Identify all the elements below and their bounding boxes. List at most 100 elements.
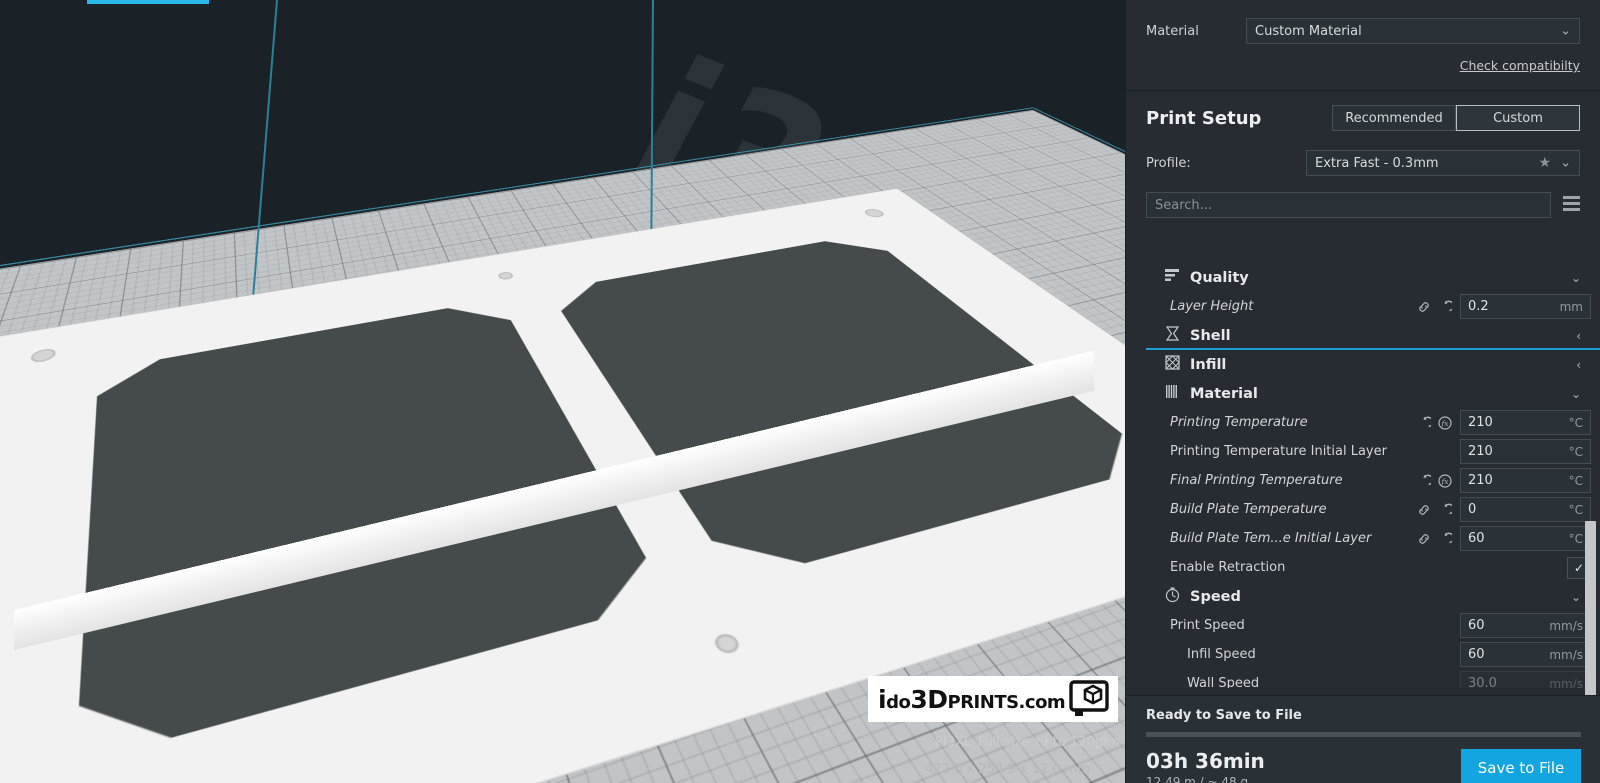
build-plate-border [0, 0, 1125, 783]
hamburger-menu-icon[interactable] [1563, 196, 1580, 214]
setting-row-icons [1417, 532, 1452, 546]
formula-icon[interactable]: fx [1438, 415, 1452, 430]
setting-row-icons [1417, 300, 1452, 314]
setting-label: Build Plate Temperature [1170, 502, 1327, 517]
page-title: Print Setup [1146, 107, 1262, 129]
mode-custom-button[interactable]: Custom [1456, 105, 1580, 131]
build-plate-container [0, 0, 1125, 783]
profile-dropdown[interactable]: Extra Fast - 0.3mm ★ ⌄ [1306, 150, 1580, 176]
setting-value-field[interactable]: 60 mm/s [1460, 613, 1591, 638]
link-icon[interactable] [1417, 300, 1431, 314]
setting-row-icons [1417, 503, 1452, 517]
setting-value-field[interactable]: 60 °C [1460, 526, 1591, 551]
action-bar: Ready to Save to File 03h 36min 12.49 m … [1126, 695, 1600, 783]
setting-value: 0.2 [1468, 299, 1489, 314]
settings-category-material[interactable]: Material ⌄ [1126, 379, 1600, 408]
svg-text:fx: fx [1440, 419, 1449, 428]
settings-category-quality[interactable]: Quality ⌄ [1126, 263, 1600, 292]
pencil-icon[interactable] [1094, 734, 1110, 750]
material-spool-icon [1164, 383, 1190, 404]
profile-value: Extra Fast - 0.3mm [1315, 155, 1439, 171]
settings-list: Quality ⌄ Layer Height 0.2 mm Shell ‹ Infill ‹ Ma… [1126, 253, 1600, 688]
3d-viewport[interactable]: i3 XL ido3DPRINTS.com [0, 0, 1125, 783]
chevron-down-icon[interactable]: ⌄ [1571, 590, 1581, 604]
speed-stopwatch-icon [1164, 586, 1190, 607]
revert-icon[interactable] [1438, 300, 1452, 314]
setting-unit: °C [1568, 531, 1583, 546]
model-dimensions-label: 422.0 x 254.9 x 12.0 mm [925, 762, 1090, 777]
category-label: Infill [1190, 356, 1227, 373]
search-input[interactable] [1146, 192, 1551, 218]
chevron-down-icon[interactable]: ⌄ [1571, 271, 1581, 285]
setting-row[interactable]: Final Printing Temperature fx 210 °C [1126, 466, 1600, 495]
setting-unit: °C [1568, 473, 1583, 488]
setting-value-field[interactable]: 0 °C [1460, 497, 1591, 522]
revert-icon[interactable] [1438, 503, 1452, 517]
check-compatibility-link[interactable]: Check compatibilty [1460, 58, 1580, 73]
setting-row-icons: fx [1417, 473, 1452, 488]
setting-unit: °C [1568, 415, 1583, 430]
model-name-label: PI3XL_Full size z9 to 120mm [935, 735, 1120, 750]
chevron-left-icon[interactable]: ‹ [1576, 329, 1581, 343]
setting-value-field[interactable]: 210 °C [1460, 468, 1591, 493]
category-label: Speed [1190, 588, 1241, 605]
setting-row[interactable]: Build Plate Temperature 0 °C [1126, 495, 1600, 524]
settings-category-shell[interactable]: Shell ‹ [1126, 321, 1600, 350]
setting-label: Final Printing Temperature [1170, 473, 1343, 488]
chevron-down-icon: ⌄ [1560, 23, 1571, 39]
setting-label: Printing Temperature Initial Layer [1170, 444, 1387, 459]
setting-label: Enable Retraction [1170, 560, 1286, 575]
setting-value: 0 [1468, 502, 1477, 517]
setting-value-field[interactable]: 60 mm/s [1460, 642, 1591, 667]
setting-row[interactable]: Print Speed 60 mm/s [1126, 611, 1600, 640]
revert-icon[interactable] [1438, 532, 1452, 546]
settings-scrollbar-track[interactable] [1585, 253, 1598, 717]
material-label: Material [1146, 23, 1199, 39]
chevron-down-icon[interactable]: ⌄ [1571, 387, 1581, 401]
watermark-text-do: do [886, 691, 911, 713]
revert-icon[interactable] [1417, 416, 1431, 430]
setting-value: 30.0 [1468, 676, 1497, 688]
material-dropdown[interactable]: Custom Material ⌄ [1246, 18, 1580, 44]
setting-value-field[interactable]: 0.2 mm [1460, 294, 1591, 319]
settings-category-speed[interactable]: Speed ⌄ [1126, 582, 1600, 611]
setting-label: Infil Speed [1187, 647, 1256, 662]
setting-row[interactable]: Printing Temperature Initial Layer 210 °C [1126, 437, 1600, 466]
setting-value-field[interactable]: 210 °C [1460, 439, 1591, 464]
quality-layers-icon [1164, 267, 1190, 288]
settings-category-infill[interactable]: Infill ‹ [1126, 350, 1600, 379]
profile-label: Profile: [1146, 155, 1191, 171]
settings-scroll-area[interactable]: Quality ⌄ Layer Height 0.2 mm Shell ‹ Infill ‹ Ma… [1126, 253, 1600, 688]
settings-scrollbar-thumb[interactable] [1585, 521, 1596, 717]
link-icon[interactable] [1417, 532, 1431, 546]
formula-icon[interactable]: fx [1438, 473, 1452, 488]
setting-value-field[interactable]: 210 °C [1460, 410, 1591, 435]
setting-row[interactable]: Enable Retraction ✓ [1126, 553, 1600, 582]
mode-recommended-button[interactable]: Recommended [1332, 105, 1456, 131]
setting-row[interactable]: Printing Temperature fx 210 °C [1126, 408, 1600, 437]
watermark-logo: ido3DPRINTS.com [868, 676, 1118, 722]
revert-icon[interactable] [1417, 474, 1431, 488]
setting-row[interactable]: Wall Speed 30.0 mm/s [1126, 669, 1600, 688]
setting-value: 60 [1468, 531, 1485, 546]
setting-label: Print Speed [1170, 618, 1245, 633]
svg-text:fx: fx [1440, 477, 1449, 486]
save-to-file-button[interactable]: Save to File [1461, 749, 1581, 783]
chevron-left-icon[interactable]: ‹ [1576, 358, 1581, 372]
setting-row[interactable]: Infil Speed 60 mm/s [1126, 640, 1600, 669]
setting-row[interactable]: Layer Height 0.2 mm [1126, 292, 1600, 321]
star-icon[interactable]: ★ [1538, 155, 1551, 171]
infill-grid-icon [1164, 354, 1190, 375]
setting-value-field[interactable]: 30.0 mm/s [1460, 671, 1591, 688]
setting-label: Printing Temperature [1170, 415, 1308, 430]
settings-search-row [1126, 176, 1600, 218]
progress-bar [1146, 732, 1581, 737]
setting-row[interactable]: Build Plate Tem...e Initial Layer 60 °C [1126, 524, 1600, 553]
watermark-text-3d: 3D [910, 684, 948, 714]
setting-value: 210 [1468, 444, 1493, 459]
setting-unit: mm/s [1549, 618, 1583, 633]
setting-unit: mm/s [1549, 676, 1583, 689]
link-icon[interactable] [1417, 503, 1431, 517]
category-label: Material [1190, 385, 1258, 402]
setting-label: Build Plate Tem...e Initial Layer [1170, 531, 1372, 546]
